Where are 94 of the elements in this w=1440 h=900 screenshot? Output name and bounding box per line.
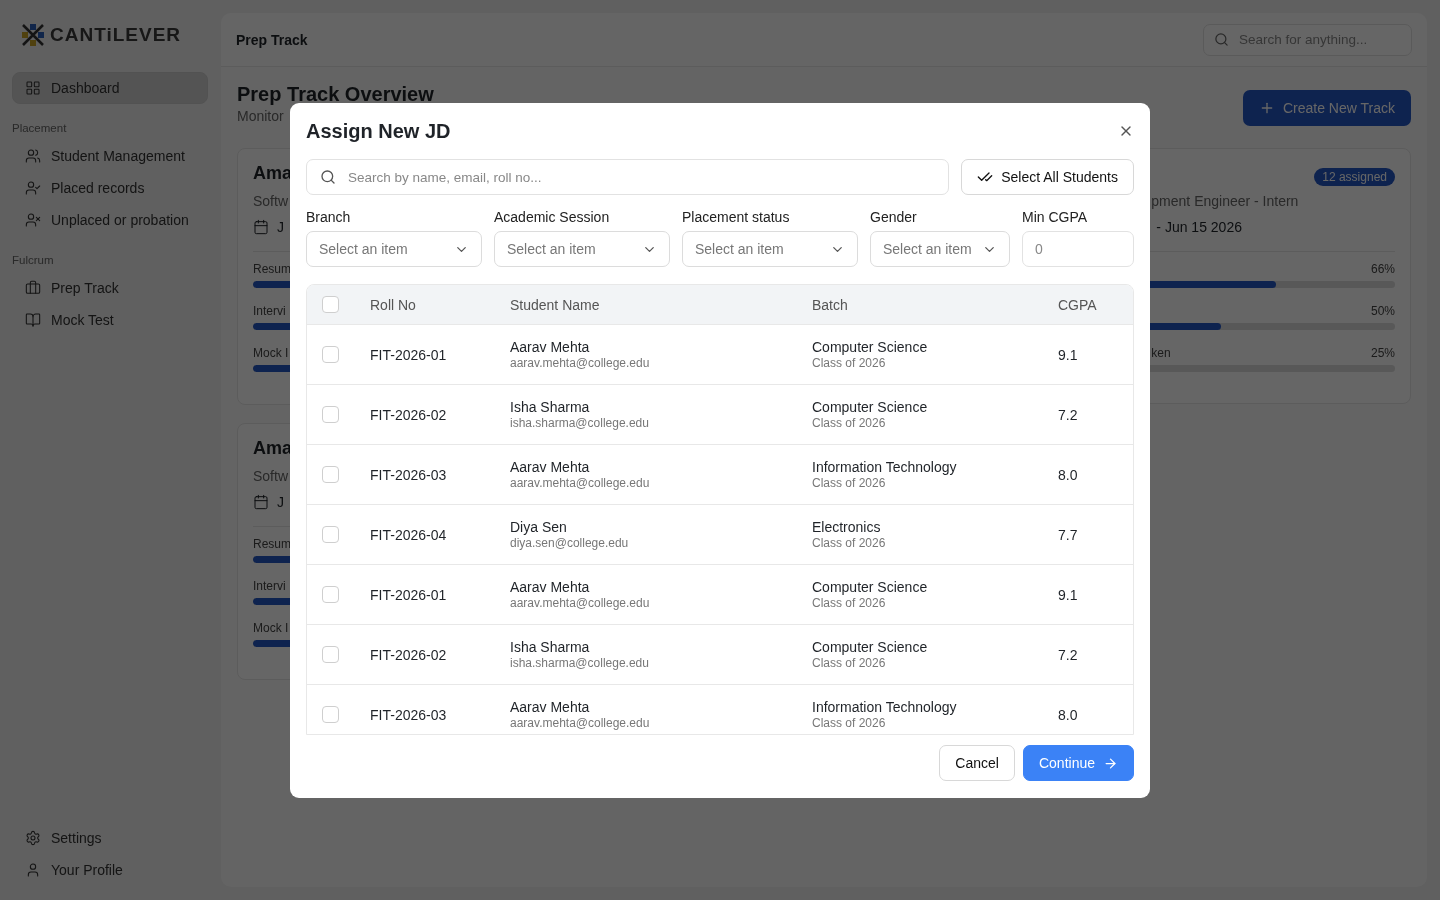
batch-name: Computer Science	[812, 639, 929, 655]
filter-label: Min CGPA	[1022, 209, 1089, 225]
batch-class: Class of 2026	[812, 476, 887, 490]
batch-class: Class of 2026	[812, 536, 887, 550]
student-search-box[interactable]: Search by name, email, roll no...	[306, 159, 950, 195]
filter-label: Academic Session	[494, 209, 611, 225]
cgpa-value: 9.1	[1058, 346, 1079, 363]
progress-label: Resum	[253, 262, 291, 278]
batch-name: Computer Science	[812, 399, 929, 415]
nav-item[interactable]: Your Profile	[12, 854, 208, 886]
nav-item[interactable]: Settings	[12, 822, 208, 854]
student-name: Aarav Mehta	[510, 579, 591, 595]
dialog-title: Assign New JD	[306, 119, 451, 143]
student-email: diya.sen@college.edu	[510, 536, 630, 550]
progress-percent: 50%	[1370, 304, 1395, 320]
nav-item[interactable]: Mock Test	[12, 304, 208, 336]
header-title: Prep Track	[236, 31, 308, 48]
nav-item[interactable]: Placed records	[12, 172, 208, 204]
roll-number: FIT-2026-02	[370, 406, 448, 423]
filter-select[interactable]: Select an item	[494, 231, 670, 267]
progress-label: Mock I	[253, 621, 289, 637]
date-range: J	[277, 219, 284, 235]
column-header: Roll No	[370, 296, 417, 313]
progress-label: Intervi	[253, 304, 286, 320]
nav-item[interactable]: Student Management	[12, 140, 208, 172]
select-all-button[interactable]: Select All Students	[961, 159, 1134, 195]
cgpa-value: 8.0	[1058, 706, 1079, 723]
student-name: Isha Sharma	[510, 399, 591, 415]
nav-item[interactable]: Prep Track	[12, 272, 208, 304]
progress-label: ken	[1151, 346, 1171, 362]
progress-label: Mock I	[253, 346, 289, 362]
student-email: aarav.mehta@college.edu	[510, 716, 651, 730]
create-track-button[interactable]: Create New Track	[1242, 90, 1411, 126]
nav-item[interactable]: Dashboard	[12, 72, 208, 104]
cgpa-value: 7.2	[1058, 646, 1079, 663]
roll-number: FIT-2026-02	[370, 646, 448, 663]
cancel-button[interactable]: Cancel	[939, 745, 1015, 781]
cgpa-value: 9.1	[1058, 586, 1079, 603]
batch-name: Computer Science	[812, 339, 929, 355]
batch-name: Electronics	[812, 519, 882, 535]
min-cgpa-field[interactable]: 0	[1022, 231, 1134, 267]
card-title: Ama	[253, 438, 292, 460]
page-title: Prep Track Overview	[237, 83, 434, 106]
roll-number: FIT-2026-04	[370, 526, 448, 543]
column-header: CGPA	[1058, 296, 1098, 313]
nav-item[interactable]: Unplaced or probation	[12, 204, 208, 236]
cgpa-value: 7.2	[1058, 406, 1079, 423]
batch-class: Class of 2026	[812, 716, 887, 730]
column-header: Batch	[812, 296, 849, 313]
student-email: aarav.mehta@college.edu	[510, 596, 651, 610]
continue-button[interactable]: Continue	[1022, 745, 1134, 781]
roll-number: FIT-2026-01	[370, 586, 448, 603]
date-range: - Jun 15 2026	[1156, 219, 1242, 235]
student-email: aarav.mehta@college.edu	[510, 476, 651, 490]
student-email: isha.sharma@college.edu	[510, 416, 650, 430]
roll-number: FIT-2026-03	[370, 706, 448, 723]
cgpa-value: 8.0	[1058, 466, 1079, 483]
filter-label: Placement status	[682, 209, 791, 225]
student-name: Aarav Mehta	[510, 699, 591, 715]
batch-class: Class of 2026	[812, 656, 887, 670]
progress-label: Intervi	[253, 579, 286, 595]
filter-select[interactable]: Select an item	[306, 231, 482, 267]
progress-percent: 25%	[1370, 346, 1395, 362]
progress-label: Resum	[253, 537, 291, 553]
card-title: Ama	[253, 163, 292, 185]
batch-name: Information Technology	[812, 459, 958, 475]
assigned-badge: 12 assigned	[1314, 168, 1395, 186]
roll-number: FIT-2026-03	[370, 466, 448, 483]
batch-name: Information Technology	[812, 699, 958, 715]
filter-label: Branch	[306, 209, 352, 225]
roll-number: FIT-2026-01	[370, 346, 448, 363]
batch-class: Class of 2026	[812, 416, 887, 430]
student-name: Diya Sen	[510, 519, 568, 535]
filter-label: Gender	[870, 209, 918, 225]
student-email: aarav.mehta@college.edu	[510, 356, 651, 370]
student-name: Aarav Mehta	[510, 459, 591, 475]
batch-class: Class of 2026	[812, 356, 887, 370]
student-email: isha.sharma@college.edu	[510, 656, 650, 670]
date-range: J	[277, 494, 284, 510]
student-name: Aarav Mehta	[510, 339, 591, 355]
page-subtitle: Monitor	[237, 108, 285, 124]
card-subtitle: pment Engineer - Intern	[1151, 193, 1299, 209]
filter-select[interactable]: Select an item	[870, 231, 1010, 267]
card-subtitle: Softw	[253, 193, 288, 209]
column-header: Student Name	[510, 296, 601, 313]
student-search-field[interactable]: Search by name, email, roll no...	[346, 168, 936, 186]
logo-text: CANTiLEVER	[50, 24, 182, 46]
batch-class: Class of 2026	[812, 596, 887, 610]
progress-percent: 66%	[1370, 262, 1395, 278]
batch-name: Computer Science	[812, 579, 929, 595]
filter-select[interactable]: Select an item	[682, 231, 858, 267]
cgpa-value: 7.7	[1058, 526, 1079, 543]
card-subtitle: Softw	[253, 468, 288, 484]
student-name: Isha Sharma	[510, 639, 591, 655]
